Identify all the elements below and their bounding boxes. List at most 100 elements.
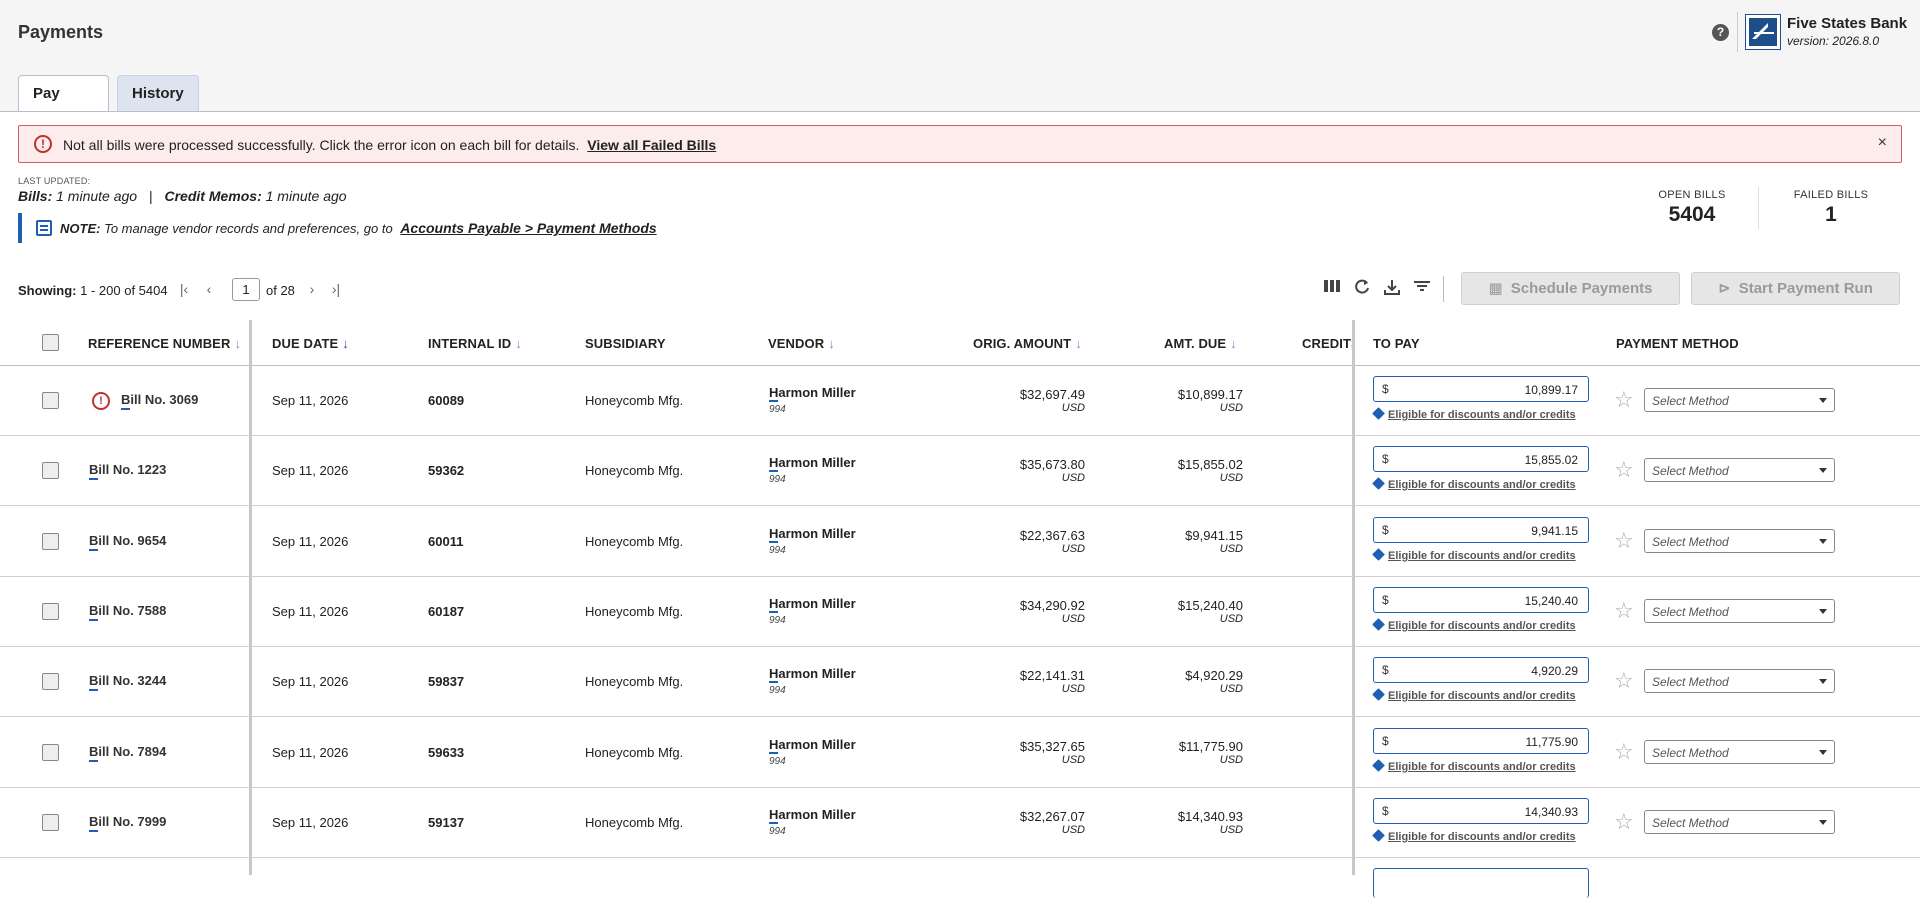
col-reference-number[interactable]: REFERENCE NUMBER ↓ bbox=[88, 336, 241, 351]
star-icon[interactable]: ☆ bbox=[1614, 809, 1634, 835]
row-checkbox[interactable] bbox=[42, 462, 59, 479]
payment-method-select[interactable]: Select Method bbox=[1644, 529, 1835, 553]
payment-method-select[interactable]: Select Method bbox=[1644, 669, 1835, 693]
vendor-link[interactable]: Harmon Miller bbox=[769, 737, 856, 754]
reference-link[interactable]: Bill No. 3244 bbox=[89, 673, 166, 691]
page-title: Payments bbox=[18, 22, 104, 42]
tag-icon bbox=[1372, 477, 1385, 490]
column-resize-handle[interactable] bbox=[1352, 320, 1355, 875]
eligible-discounts-link[interactable]: Eligible for discounts and/or credits bbox=[1372, 407, 1576, 421]
eligible-discounts-link[interactable]: Eligible for discounts and/or credits bbox=[1372, 829, 1576, 843]
to-pay-input[interactable]: $11,775.90 bbox=[1373, 728, 1589, 754]
reference-link[interactable]: Bill No. 9654 bbox=[89, 533, 166, 551]
row-checkbox[interactable] bbox=[42, 533, 59, 550]
to-pay-input[interactable]: $14,340.93 bbox=[1373, 798, 1589, 824]
eligible-discounts-link[interactable]: Eligible for discounts and/or credits bbox=[1372, 477, 1576, 491]
tab-pay-bills[interactable]: Pay Bills bbox=[18, 75, 109, 138]
row-checkbox[interactable] bbox=[42, 744, 59, 761]
payment-method-select[interactable]: Select Method bbox=[1644, 740, 1835, 764]
payment-method-placeholder: Select Method bbox=[1652, 535, 1729, 549]
star-icon[interactable]: ☆ bbox=[1614, 528, 1634, 554]
table-row[interactable]: Bill No. 1223 Sep 11, 2026 59362 Honeycomb … bbox=[0, 436, 1920, 506]
refresh-icon[interactable] bbox=[1352, 278, 1372, 298]
next-page-icon[interactable]: › bbox=[303, 280, 321, 298]
last-page-icon[interactable]: ›| bbox=[327, 280, 345, 298]
tab-history[interactable]: History bbox=[117, 75, 199, 111]
payment-method-select[interactable]: Select Method bbox=[1644, 388, 1835, 412]
table-row[interactable]: Bill No. 7999 Sep 11, 2026 59137 Honeycomb … bbox=[0, 788, 1920, 858]
payment-methods-link[interactable]: Accounts Payable > Payment Methods bbox=[400, 220, 656, 236]
table-row[interactable]: Bill No. 7894 Sep 11, 2026 59633 Honeycomb … bbox=[0, 718, 1920, 788]
col-vendor[interactable]: VENDOR ↓ bbox=[768, 336, 835, 351]
close-icon[interactable]: × bbox=[1878, 134, 1887, 152]
col-payment-method[interactable]: PAYMENT METHOD bbox=[1616, 336, 1739, 351]
reference-link[interactable]: Bill No. 1223 bbox=[89, 462, 166, 480]
col-orig-amount[interactable]: ORIG. AMOUNT ↓ bbox=[973, 336, 1082, 351]
vendor-link[interactable]: Harmon Miller bbox=[769, 596, 856, 613]
col-due-date[interactable]: DUE DATE ↓ bbox=[272, 336, 349, 351]
star-icon[interactable]: ☆ bbox=[1614, 598, 1634, 624]
col-internal-id[interactable]: INTERNAL ID ↓ bbox=[428, 336, 522, 351]
eligible-discounts-link[interactable]: Eligible for discounts and/or credits bbox=[1372, 688, 1576, 702]
to-pay-input[interactable]: $9,941.15 bbox=[1373, 517, 1589, 543]
tag-icon bbox=[1372, 407, 1385, 420]
row-checkbox[interactable] bbox=[42, 603, 59, 620]
table-row[interactable]: Bill No. 3244 Sep 11, 2026 59837 Honeycomb … bbox=[0, 647, 1920, 717]
table-row[interactable]: Bill No. 9654 Sep 11, 2026 60011 Honeycomb … bbox=[0, 507, 1920, 577]
amt-due-value: $14,340.93 bbox=[1177, 809, 1243, 824]
reference-link[interactable]: Bill No. 7999 bbox=[89, 814, 166, 832]
reference-link[interactable]: Bill No. 3069 bbox=[121, 392, 198, 410]
payment-method-select[interactable]: Select Method bbox=[1644, 599, 1835, 623]
to-pay-input[interactable]: $15,240.40 bbox=[1373, 587, 1589, 613]
col-reference-label: REFERENCE NUMBER bbox=[88, 336, 231, 351]
table-row[interactable]: Bill No. 7588 Sep 11, 2026 60187 Honeycomb … bbox=[0, 577, 1920, 647]
eligible-discounts-link[interactable]: Eligible for discounts and/or credits bbox=[1372, 618, 1576, 632]
col-amt-due[interactable]: AMT. DUE ↓ bbox=[1164, 336, 1237, 351]
reference-link[interactable]: Bill No. 7588 bbox=[89, 603, 166, 621]
page-number-input[interactable]: 1 bbox=[232, 278, 260, 301]
internal-id: 60011 bbox=[428, 534, 464, 549]
star-icon[interactable]: ☆ bbox=[1614, 387, 1634, 413]
star-icon[interactable]: ☆ bbox=[1614, 457, 1634, 483]
select-all-checkbox[interactable] bbox=[42, 334, 59, 351]
to-pay-input[interactable] bbox=[1373, 868, 1589, 898]
row-checkbox[interactable] bbox=[42, 814, 59, 831]
to-pay-input[interactable]: $4,920.29 bbox=[1373, 657, 1589, 683]
start-payment-run-button[interactable]: ⊳ Start Payment Run bbox=[1691, 272, 1900, 305]
column-resize-handle[interactable] bbox=[249, 320, 252, 875]
col-credits[interactable]: CREDITS bbox=[1302, 336, 1354, 351]
to-pay-input[interactable]: $15,855.02 bbox=[1373, 446, 1589, 472]
page-header: Payments ? Five States Bank version: 202… bbox=[0, 0, 1920, 138]
payment-method-select[interactable]: Select Method bbox=[1644, 810, 1835, 834]
to-pay-input[interactable]: $10,899.17 bbox=[1373, 376, 1589, 402]
download-icon[interactable] bbox=[1382, 278, 1402, 298]
reference-link[interactable]: Bill No. 7894 bbox=[89, 744, 166, 762]
col-subsidiary[interactable]: SUBSIDIARY bbox=[585, 336, 666, 351]
last-updated-line: Bills: 1 minute ago | Credit Memos: 1 mi… bbox=[18, 188, 347, 204]
col-amt-due-label: AMT. DUE bbox=[1164, 336, 1227, 351]
error-icon[interactable]: ! bbox=[92, 392, 110, 410]
vendor-link[interactable]: Harmon Miller bbox=[769, 455, 856, 472]
payment-method-placeholder: Select Method bbox=[1652, 464, 1729, 478]
eligible-discounts-link[interactable]: Eligible for discounts and/or credits bbox=[1372, 759, 1576, 773]
col-to-pay[interactable]: TO PAY bbox=[1373, 336, 1420, 351]
star-icon[interactable]: ☆ bbox=[1614, 668, 1634, 694]
table-row[interactable]: ! Bill No. 3069 Sep 11, 2026 60089 Honeycomb… bbox=[0, 366, 1920, 436]
columns-icon[interactable] bbox=[1322, 278, 1342, 298]
vendor-link[interactable]: Harmon Miller bbox=[769, 666, 856, 683]
view-failed-bills-link[interactable]: View all Failed Bills bbox=[587, 137, 716, 153]
row-checkbox[interactable] bbox=[42, 673, 59, 690]
vendor-link[interactable]: Harmon Miller bbox=[769, 526, 856, 543]
tag-icon bbox=[1372, 829, 1385, 842]
vendor-link[interactable]: Harmon Miller bbox=[769, 385, 856, 402]
payment-method-select[interactable]: Select Method bbox=[1644, 458, 1835, 482]
help-icon[interactable]: ? bbox=[1712, 24, 1729, 41]
first-page-icon[interactable]: |‹ bbox=[175, 280, 193, 298]
prev-page-icon[interactable]: ‹ bbox=[200, 280, 218, 298]
filter-icon[interactable] bbox=[1412, 278, 1432, 298]
eligible-discounts-link[interactable]: Eligible for discounts and/or credits bbox=[1372, 548, 1576, 562]
row-checkbox[interactable] bbox=[42, 392, 59, 409]
star-icon[interactable]: ☆ bbox=[1614, 739, 1634, 765]
vendor-link[interactable]: Harmon Miller bbox=[769, 807, 856, 824]
schedule-payments-button[interactable]: ▦ Schedule Payments bbox=[1461, 272, 1680, 305]
